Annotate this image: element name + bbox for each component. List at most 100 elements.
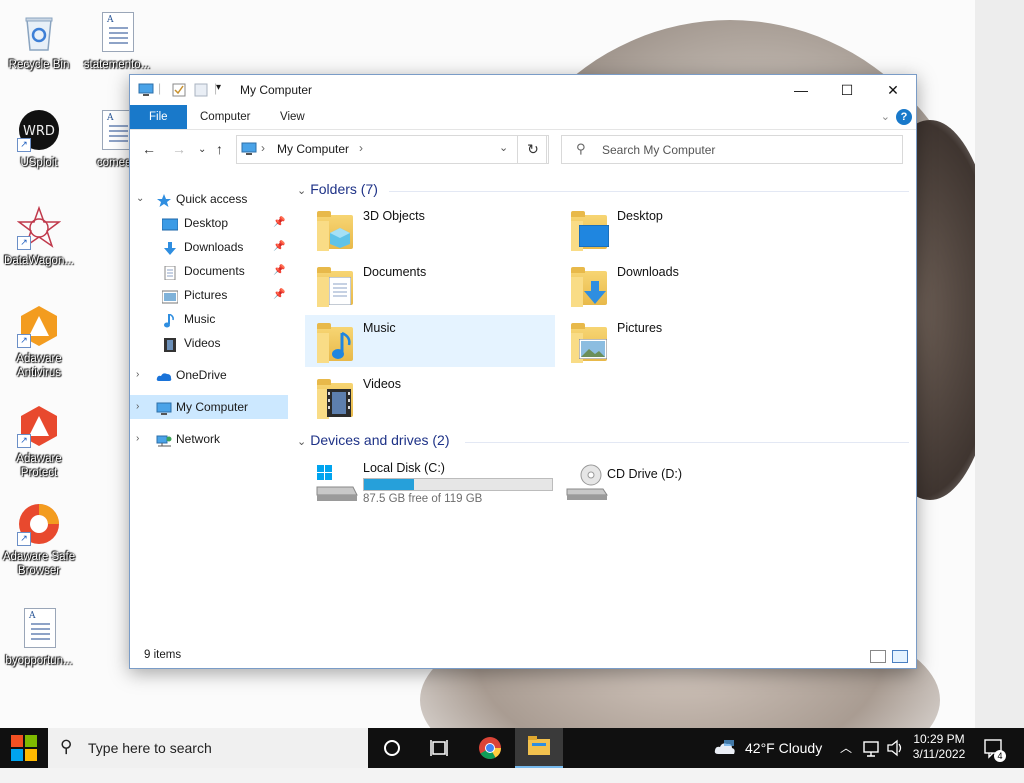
desktop-icon-datawagon[interactable]: ↗ DataWagon... — [1, 205, 77, 268]
adaware-antivirus-icon: ↗ — [17, 304, 61, 348]
nav-my-computer[interactable]: › My Computer — [130, 395, 288, 419]
task-view-button[interactable] — [416, 728, 464, 768]
tab-file[interactable]: File — [130, 105, 187, 129]
nav-item-desktop[interactable]: Desktop 📌 — [130, 211, 288, 235]
minimize-button[interactable]: — — [778, 75, 824, 105]
action-center-button[interactable]: 4 — [982, 728, 1012, 768]
weather-icon[interactable] — [714, 728, 738, 768]
folder-downloads[interactable]: Downloads — [559, 259, 809, 311]
recent-locations-button[interactable]: ⌄ — [198, 144, 206, 155]
volume-icon[interactable] — [886, 728, 904, 768]
folder-downloads-icon — [569, 265, 609, 307]
folder-pictures[interactable]: Pictures — [559, 315, 809, 367]
cloud-icon — [156, 368, 172, 382]
refresh-button[interactable]: ↻ — [517, 135, 549, 164]
address-bar[interactable]: › My Computer › ⌄ — [236, 135, 547, 164]
chevron-down-icon[interactable]: ⌄ — [136, 187, 144, 211]
large-icons-view-icon[interactable] — [892, 650, 908, 663]
drive-name: CD Drive (D:) — [607, 467, 682, 481]
nav-item-documents[interactable]: Documents 📌 — [130, 259, 288, 283]
tab-view[interactable]: View — [266, 105, 319, 129]
desktop-icon-recycle-bin[interactable]: Recycle Bin — [1, 10, 77, 72]
help-button[interactable]: ? — [896, 109, 912, 125]
desktop-icon-label: Adaware Safe Browser — [2, 551, 76, 577]
maximize-button[interactable]: ☐ — [824, 75, 870, 105]
folder-3d-objects[interactable]: 3D Objects — [305, 203, 555, 255]
chevron-down-icon[interactable]: ⌄ — [297, 185, 306, 197]
nav-onedrive[interactable]: › OneDrive — [130, 363, 288, 387]
chevron-right-icon[interactable]: › — [136, 395, 139, 419]
taskbar-search-box[interactable]: ⚲ Type here to search — [48, 728, 368, 768]
start-button[interactable] — [0, 728, 48, 768]
chrome-taskbar-button[interactable] — [466, 728, 514, 768]
desktop-icon-statemento[interactable]: statemento... — [79, 10, 155, 72]
desktop-icon-label: statemento... — [83, 59, 151, 71]
network-tray-icon[interactable] — [862, 728, 880, 768]
desktop-icon-usploit[interactable]: WRD ↗ USploit — [1, 108, 77, 170]
folder-videos-icon — [315, 377, 355, 419]
chevron-right-icon[interactable]: › — [136, 363, 139, 387]
drive-local-disk-c[interactable]: Local Disk (C:) 87.5 GB free of 119 GB — [305, 457, 555, 513]
nav-quick-access[interactable]: ⌄ Quick access — [130, 187, 288, 211]
title-bar[interactable]: | | ▾ My Computer — ☐ ✕ — [130, 75, 916, 105]
weather-text[interactable]: 42°F Cloudy — [745, 728, 822, 768]
folder-music[interactable]: Music — [305, 315, 555, 367]
cortana-button[interactable] — [368, 728, 416, 768]
desktop-icon-adaware-protect[interactable]: ↗ Adaware Protect — [1, 404, 77, 480]
address-dropdown-icon[interactable]: ⌄ — [499, 141, 508, 154]
customize-toolbar-icon[interactable]: ▾ — [216, 82, 221, 93]
windows-logo-icon — [11, 735, 37, 761]
pin-icon[interactable]: 📌 — [273, 235, 285, 259]
nav-network[interactable]: › Network — [130, 427, 288, 451]
task-view-icon — [430, 740, 448, 756]
notification-icon — [984, 739, 1002, 759]
desktop-icon-adaware-antivirus[interactable]: ↗ Adaware Antivirus — [1, 304, 77, 380]
forward-button[interactable]: → — [172, 141, 186, 157]
group-header-folders[interactable]: ⌄ Folders (7) — [297, 181, 378, 201]
folder-videos[interactable]: Videos — [305, 371, 555, 423]
folder-documents[interactable]: Documents — [305, 259, 555, 311]
back-button[interactable]: ← — [142, 141, 156, 157]
nav-item-music[interactable]: Music — [130, 307, 288, 331]
nav-item-downloads[interactable]: Downloads 📌 — [130, 235, 288, 259]
nav-item-videos[interactable]: Videos — [130, 331, 288, 355]
pin-icon[interactable]: 📌 — [273, 211, 285, 235]
search-box[interactable]: ⚲ Search My Computer — [561, 135, 903, 164]
desktop-icon-byopportun[interactable]: byopportun... — [1, 606, 77, 668]
desktop-icon-adaware-safe-browser[interactable]: ↗ Adaware Safe Browser — [1, 502, 77, 578]
taskbar-search-input[interactable]: Type here to search — [88, 740, 212, 756]
properties-icon[interactable] — [172, 83, 186, 100]
up-button[interactable]: ↑ — [216, 141, 223, 157]
nav-item-pictures[interactable]: Pictures 📌 — [130, 283, 288, 307]
download-arrow-icon — [162, 240, 178, 255]
close-button[interactable]: ✕ — [870, 75, 916, 105]
window-title: My Computer — [240, 83, 313, 97]
file-explorer-icon — [528, 736, 550, 755]
nav-label: Music — [184, 312, 216, 326]
pin-icon[interactable]: 📌 — [273, 259, 285, 283]
drive-cd-d[interactable]: CD Drive (D:) — [555, 457, 805, 513]
expand-ribbon-icon[interactable]: ⌄ — [881, 110, 890, 123]
nav-label: Quick access — [176, 192, 248, 206]
nav-label: Network — [176, 432, 221, 446]
file-explorer-taskbar-button[interactable] — [515, 728, 563, 768]
group-header-devices[interactable]: ⌄ Devices and drives (2) — [297, 432, 450, 452]
pin-icon[interactable]: 📌 — [273, 283, 285, 307]
svg-text:WRD: WRD — [23, 124, 55, 139]
chevron-right-icon[interactable]: › — [136, 427, 139, 451]
breadcrumb-location[interactable]: My Computer — [277, 142, 349, 156]
folder-music-icon — [315, 321, 355, 363]
adaware-browser-icon: ↗ — [17, 502, 61, 546]
new-folder-icon[interactable] — [194, 83, 208, 100]
chevron-down-icon[interactable]: ⌄ — [297, 436, 306, 448]
tab-computer[interactable]: Computer — [186, 105, 265, 129]
show-hidden-icons-chevron-up-icon[interactable]: ︿ — [840, 728, 852, 768]
computer-icon — [156, 400, 172, 415]
network-icon — [156, 432, 172, 447]
folder-desktop[interactable]: Desktop — [559, 203, 809, 255]
details-view-icon[interactable] — [870, 650, 886, 663]
clock[interactable]: 10:29 PM 3/11/2022 — [910, 728, 968, 772]
breadcrumb-chevron-icon[interactable]: › — [359, 141, 363, 155]
search-input[interactable]: Search My Computer — [602, 143, 715, 157]
desktop-icon-label: USploit — [20, 157, 58, 169]
